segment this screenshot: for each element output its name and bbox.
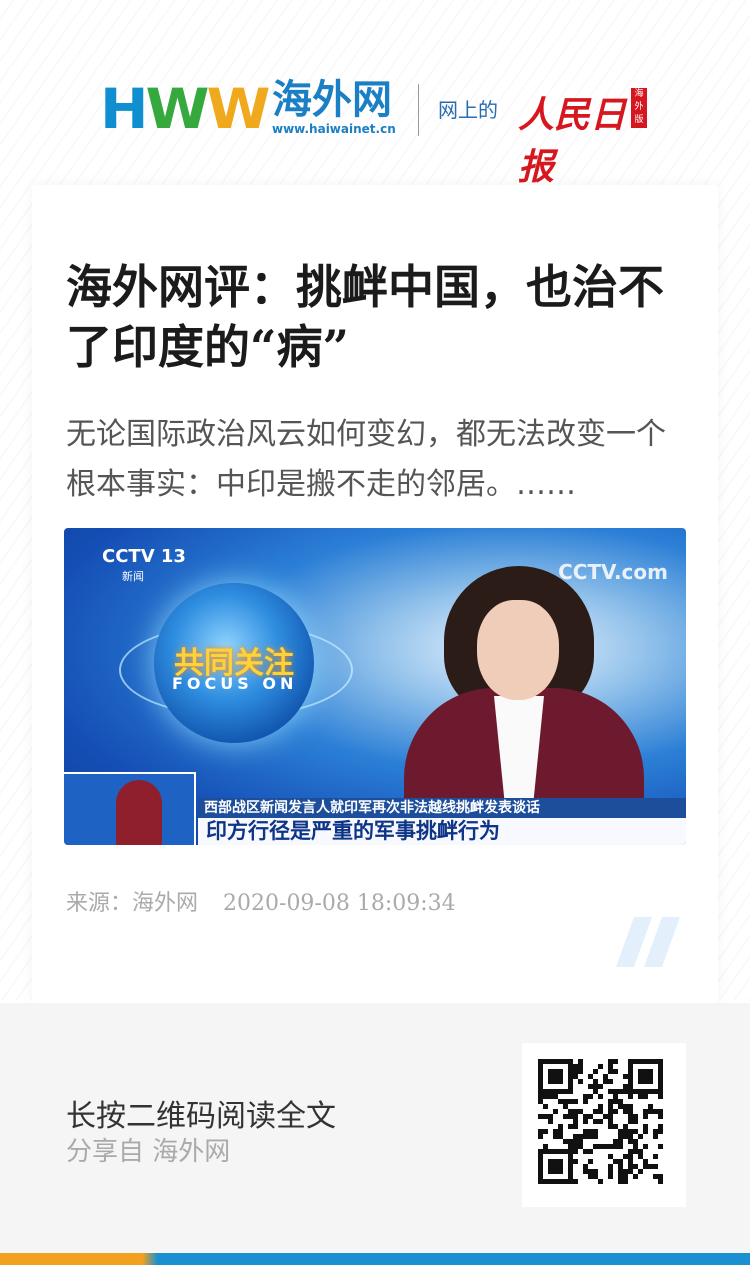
quote-mark-icon — [616, 917, 680, 967]
logo-divider — [418, 84, 419, 136]
site-name: 海外网 — [272, 77, 392, 123]
sign-language-interpreter — [116, 780, 162, 845]
hww-logo: H W W — [100, 76, 271, 142]
qr-cta-text: 长按二维码阅读全文 — [66, 1099, 336, 1134]
article-card[interactable]: 海外网评：挑衅中国，也治不了印度的“病” 无论国际政治风云如何变幻，都无法改变一… — [32, 185, 718, 1003]
header-logo-bar: H W W 海外网 www.haiwainet.cn 网上的 人民日报 海外版 — [100, 76, 660, 188]
site-url: www.haiwainet.cn — [272, 122, 396, 136]
cctv-watermark: CCTV.com — [558, 560, 668, 584]
channel-sub: 新闻 — [122, 570, 144, 583]
logo-letter-w1: W — [145, 76, 210, 142]
caption-headline: 印方行径是严重的军事挑衅行为 — [198, 818, 686, 845]
bottom-accent-bar — [0, 1253, 750, 1265]
edition-badge: 海外版 — [631, 88, 647, 128]
article-source: 来源：海外网 — [66, 891, 199, 916]
caption-subtitle: 西部战区新闻发言人就印军再次非法越线挑衅发表谈话 — [198, 798, 686, 818]
article-timestamp: 2020-09-08 18:09:34 — [223, 891, 456, 916]
logo-letter-h: H — [100, 76, 149, 142]
article-title: 海外网评：挑衅中国，也治不了印度的“病” — [66, 260, 664, 374]
share-source: 分享自 海外网 — [66, 1137, 231, 1167]
channel-logo: CCTV 13 — [102, 546, 186, 567]
qr-code-icon — [538, 1059, 663, 1184]
logo-letter-w2: W — [206, 76, 271, 142]
segment-subtitle: FOCUS ON — [172, 674, 298, 693]
online-label: 网上的 — [438, 98, 498, 122]
article-summary: 无论国际政治风云如何变幻，都无法改变一个根本事实：中印是搬不走的邻居。…… — [66, 417, 666, 502]
anchor-face — [477, 600, 559, 700]
news-image: CCTV 13 新闻 CCTV.com 共同关注 FOCUS ON 西部战区新闻… — [64, 528, 686, 845]
article-meta: 来源：海外网 2020-09-08 18:09:34 — [66, 885, 474, 917]
footer: 长按二维码阅读全文 分享自 海外网 — [0, 1003, 750, 1253]
qr-code[interactable] — [522, 1043, 686, 1207]
